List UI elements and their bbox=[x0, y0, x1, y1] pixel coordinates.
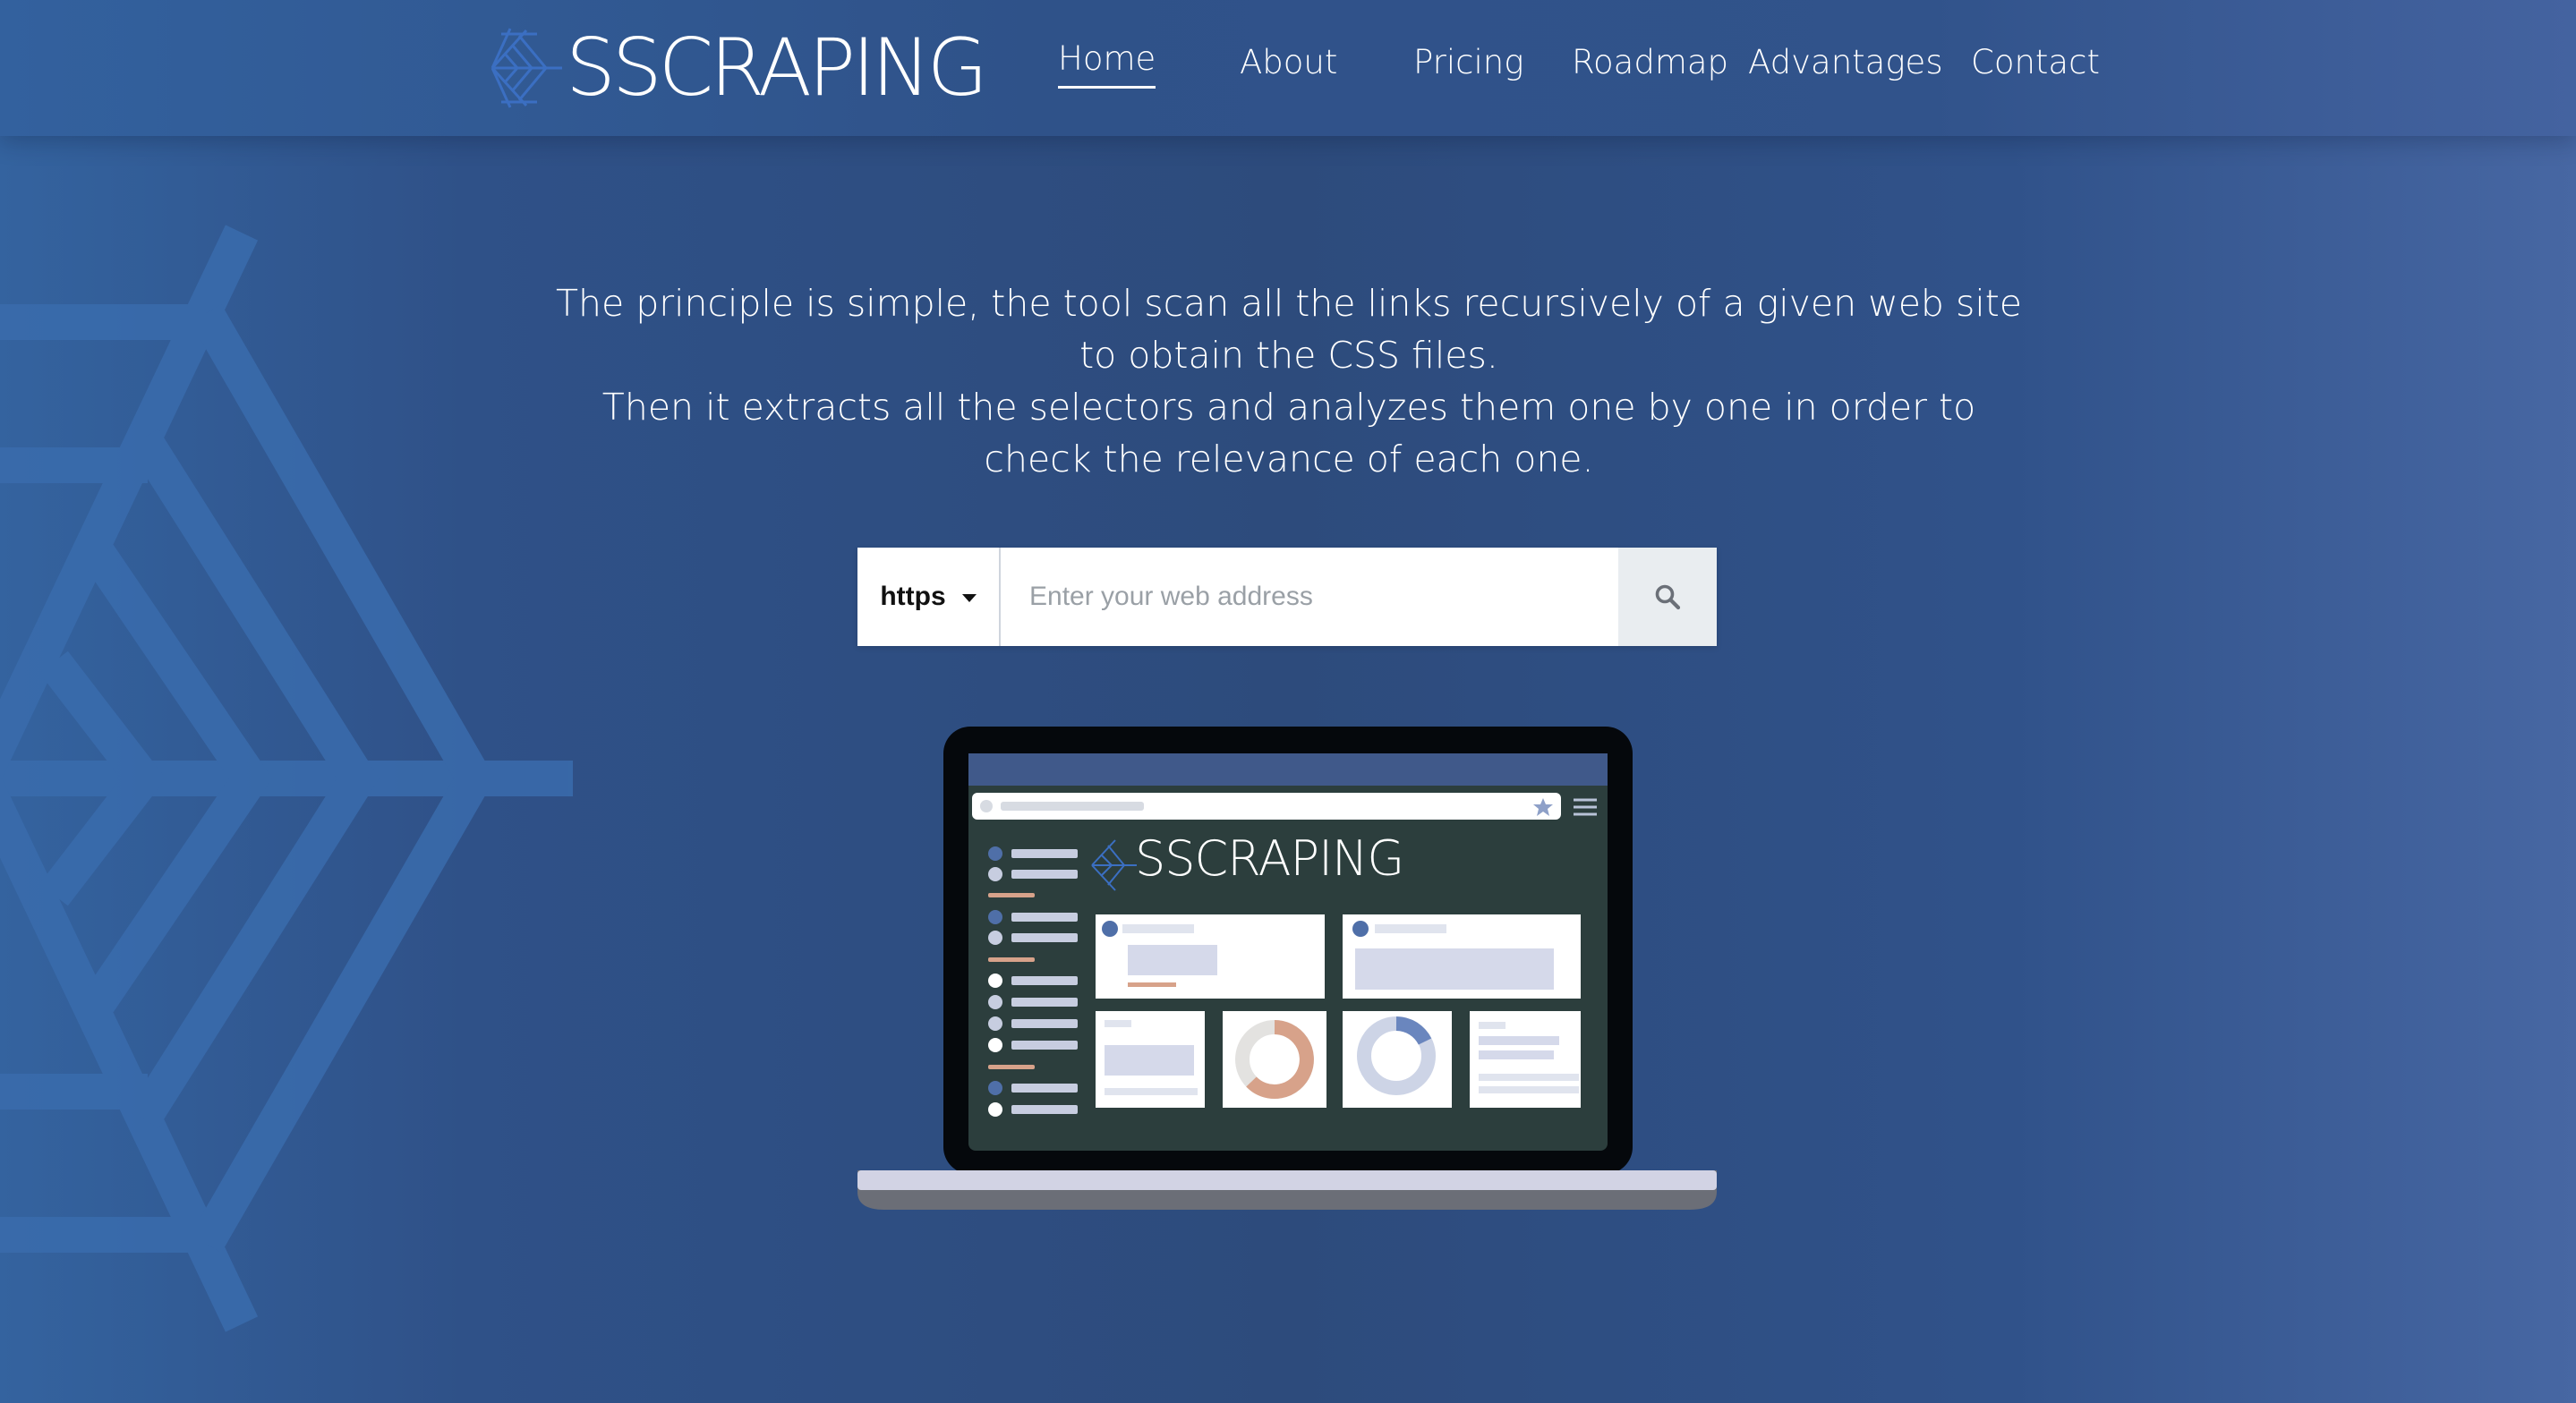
protocol-select[interactable]: https bbox=[857, 548, 1001, 646]
search-icon bbox=[1655, 584, 1681, 610]
hero-line-1: The principle is simple, the tool scan a… bbox=[555, 282, 2023, 377]
hero-line-2: Then it extracts all the selectors and a… bbox=[601, 386, 1976, 480]
search-button[interactable] bbox=[1618, 548, 1717, 646]
spider-web-icon bbox=[490, 28, 562, 108]
nav-pricing[interactable]: Pricing bbox=[1413, 43, 1523, 82]
site-header: SSCRAPING Home About Pricing Roadmap Adv… bbox=[0, 0, 2576, 136]
nav-contact[interactable]: Contact bbox=[1971, 43, 2100, 82]
laptop-illustration bbox=[857, 727, 1717, 1210]
nav-about[interactable]: About bbox=[1240, 43, 1337, 82]
protocol-value: https bbox=[880, 582, 946, 611]
url-search-bar: https bbox=[857, 548, 1717, 646]
brand-name: SSCRAPING bbox=[566, 21, 988, 114]
screen-brand-name: SSCRAPING bbox=[1135, 830, 1404, 887]
url-input[interactable] bbox=[1001, 548, 1618, 646]
hero-description: The principle is simple, the tool scan a… bbox=[501, 277, 2077, 485]
nav-advantages[interactable]: Advantages bbox=[1748, 43, 1943, 82]
brand-logo[interactable]: SSCRAPING bbox=[483, 21, 988, 114]
nav-home[interactable]: Home bbox=[1058, 39, 1156, 89]
nav-roadmap[interactable]: Roadmap bbox=[1572, 43, 1728, 82]
caret-down-icon bbox=[961, 594, 977, 602]
